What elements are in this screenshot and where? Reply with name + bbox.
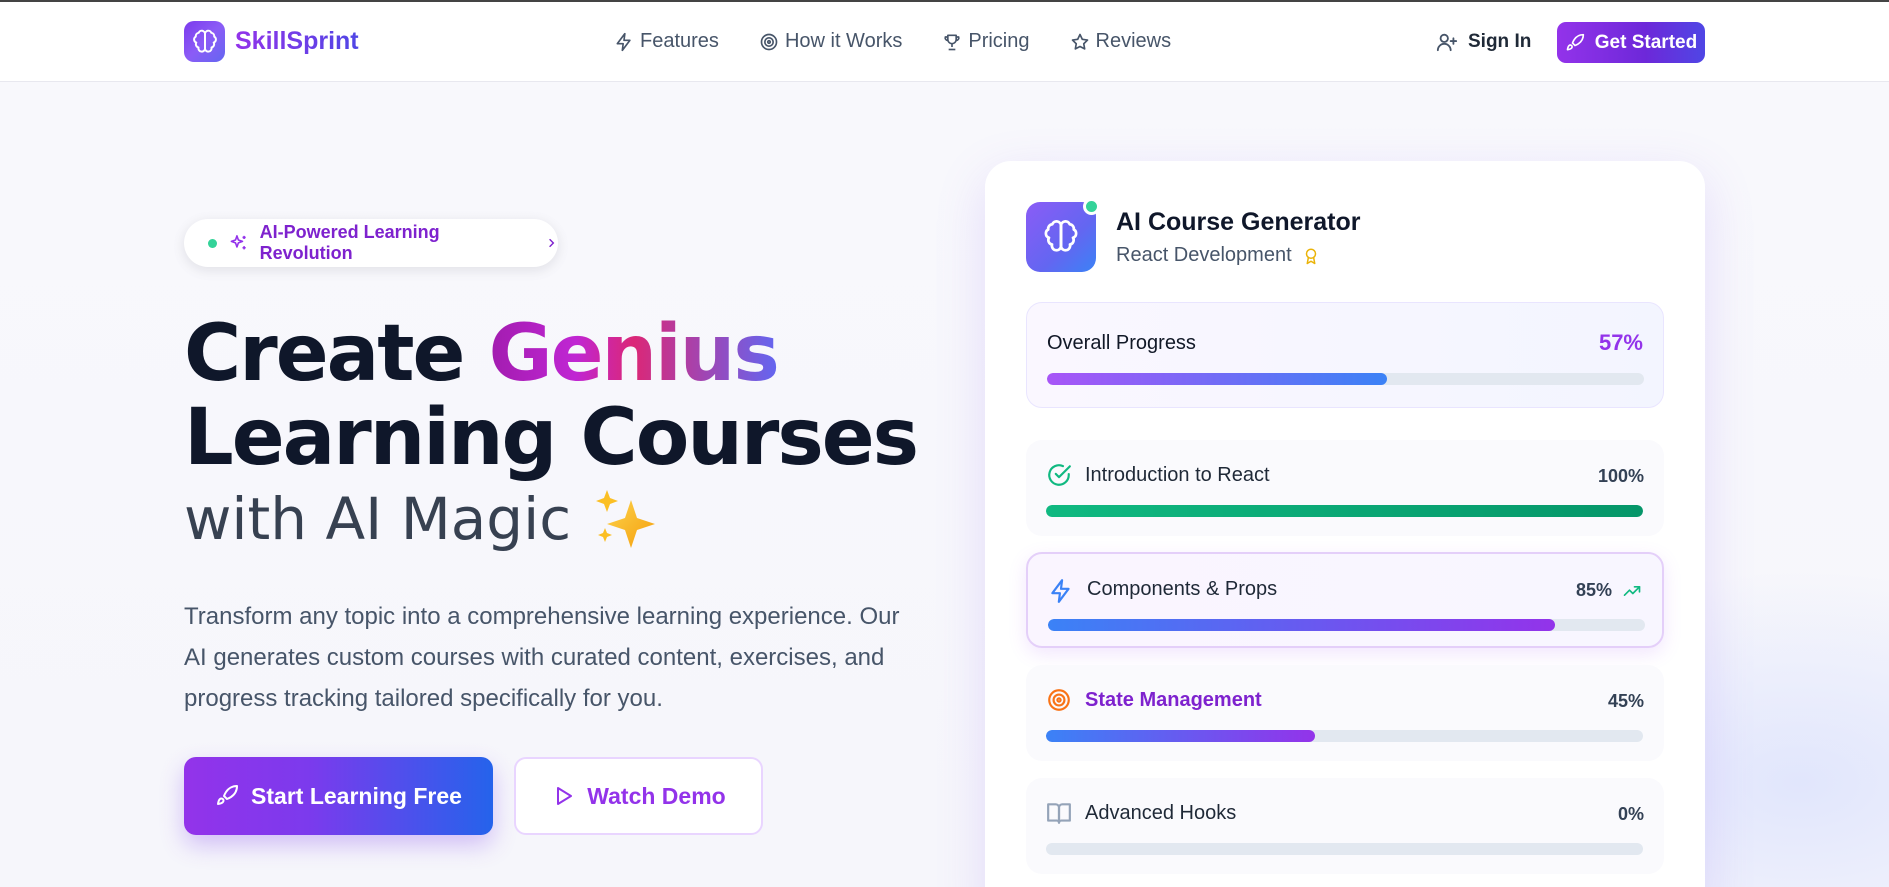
course-topic: React Development <box>1116 244 1292 266</box>
rocket-icon <box>1566 33 1584 51</box>
hero-title-part1: Create <box>184 309 489 399</box>
overall-progress-percent: 57% <box>1598 330 1643 355</box>
watch-demo-label: Watch Demo <box>587 782 726 809</box>
target-icon <box>1048 689 1070 711</box>
bolt-icon <box>1051 579 1070 603</box>
check-circle-icon <box>1048 464 1071 486</box>
module-item-state-management[interactable]: State Management 45% <box>1026 665 1664 761</box>
announcement-badge[interactable]: AI-Powered Learning Revolution <box>184 219 558 267</box>
module-item-advanced-hooks[interactable]: Advanced Hooks 0% <box>1026 778 1664 874</box>
module-progress-track <box>1046 505 1643 517</box>
module-name: Components & Props <box>1087 578 1278 600</box>
get-started-button[interactable]: Get Started <box>1557 22 1705 63</box>
card-title: AI Course Generator <box>1116 208 1361 236</box>
module-progress-track <box>1048 619 1645 631</box>
module-item-components[interactable]: Components & Props 85% <box>1026 552 1664 648</box>
status-dot <box>208 238 217 248</box>
hero-title-glow: Genius <box>488 309 780 399</box>
module-item-introduction[interactable]: Introduction to React 100% <box>1026 440 1664 536</box>
hero-subtitle-text: with AI Magic <box>184 485 572 553</box>
nav-link-label: How it Works <box>784 30 903 52</box>
sparkles-icon <box>596 490 656 548</box>
brain-icon <box>1026 198 1100 272</box>
main-nav: Features How it Works Pricing Reviews <box>614 30 1171 53</box>
nav-link-label: Features <box>640 30 719 52</box>
user-plus-icon <box>1436 33 1458 52</box>
target-icon <box>760 33 778 50</box>
nav-link-features[interactable]: Features <box>614 30 719 53</box>
module-name: Introduction to React <box>1085 464 1270 486</box>
hero-title-highlight: Genius <box>488 309 780 399</box>
hero-title-line2: Learning Courses <box>184 393 919 483</box>
nav-link-how-it-works[interactable]: How it Works <box>759 30 902 53</box>
course-generator-card: AI Course Generator React Development Ov… <box>985 161 1705 887</box>
module-percent-value: 0% <box>1617 804 1644 824</box>
book-icon <box>1047 803 1071 824</box>
module-percent: 45% <box>1608 691 1644 712</box>
badge-label: AI-Powered Learning Revolution <box>259 222 440 263</box>
module-progress-track <box>1046 843 1643 855</box>
sign-in-label: Sign In <box>1468 31 1532 52</box>
online-indicator <box>1083 198 1100 215</box>
overall-progress-panel: Overall Progress 57% <box>1026 302 1664 408</box>
trending-up-icon <box>1623 585 1641 596</box>
module-percent-value: 85% <box>1575 580 1612 600</box>
module-percent: 100% <box>1598 466 1644 487</box>
module-name: Advanced Hooks <box>1085 802 1237 824</box>
module-percent-value: 100% <box>1597 466 1644 486</box>
module-percent: 85% <box>1576 580 1642 601</box>
start-learning-label: Start Learning Free <box>251 782 462 809</box>
sign-in-button[interactable]: Sign In <box>1436 31 1531 53</box>
get-started-label: Get Started <box>1594 31 1698 53</box>
top-navbar: SkillSprint Features How it Works Pricin… <box>0 0 1889 82</box>
overall-progress-track <box>1047 373 1644 385</box>
sparkle-icon <box>230 235 246 250</box>
star-icon <box>1071 33 1088 50</box>
watch-demo-button[interactable]: Watch Demo <box>514 757 763 835</box>
overall-progress-fill <box>1047 373 1388 385</box>
hero-subtitle: with AI Magic <box>184 485 659 553</box>
module-progress-fill <box>1046 505 1643 517</box>
hero-title-line1: Create Genius <box>184 309 780 399</box>
rocket-icon <box>217 784 239 805</box>
module-percent: 0% <box>1618 804 1644 825</box>
trophy-icon <box>944 34 960 50</box>
module-percent-value: 45% <box>1607 691 1644 711</box>
nav-link-label: Reviews <box>1095 30 1172 52</box>
award-icon <box>1305 248 1316 264</box>
hero-description: Transform any topic into a comprehensive… <box>184 603 900 712</box>
card-subtitle: React Development <box>1116 244 1320 267</box>
brand-logo[interactable]: SkillSprint <box>184 21 359 62</box>
nav-link-reviews[interactable]: Reviews <box>1070 30 1172 53</box>
module-progress-track <box>1046 730 1643 742</box>
brand-name: SkillSprint <box>235 27 359 55</box>
nav-link-label: Pricing <box>968 30 1030 52</box>
brain-icon <box>184 21 225 62</box>
module-name: State Management <box>1085 689 1262 711</box>
module-progress-fill <box>1048 619 1556 631</box>
module-progress-fill <box>1046 730 1315 742</box>
play-icon <box>557 787 573 805</box>
chevron-right-icon <box>548 238 554 248</box>
bolt-icon <box>616 32 631 51</box>
overall-progress-label: Overall Progress <box>1047 332 1196 354</box>
nav-link-pricing[interactable]: Pricing <box>942 30 1030 53</box>
start-learning-button[interactable]: Start Learning Free <box>184 757 493 835</box>
